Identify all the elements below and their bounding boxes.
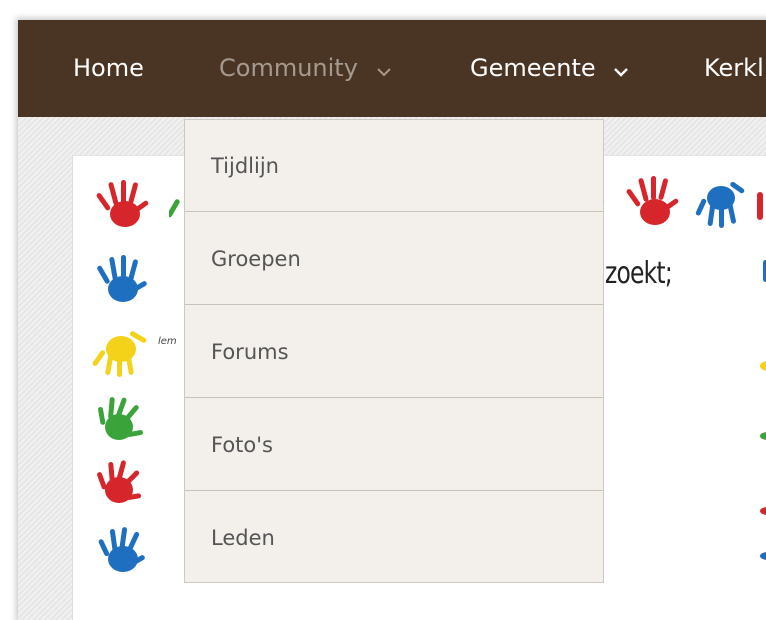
green-handprint-icon bbox=[98, 397, 144, 440]
red-handprint-icon bbox=[757, 192, 763, 220]
nav-item-label: Community bbox=[219, 54, 358, 82]
red-handprint-icon bbox=[96, 180, 149, 227]
red-handprint-icon bbox=[626, 176, 679, 225]
dropdown-item-forums[interactable]: Forums bbox=[185, 306, 603, 398]
community-dropdown-menu: Tijdlijn Groepen Forums Foto's Leden bbox=[184, 119, 604, 583]
nav-item-community[interactable]: Community bbox=[219, 20, 392, 117]
dropdown-item-leden[interactable]: Leden bbox=[185, 492, 603, 584]
blue-handprint-icon bbox=[760, 552, 766, 560]
browser-frame: Home Community Gemeente Kerkl zoekt; lem… bbox=[18, 20, 766, 620]
blue-handprint-icon bbox=[97, 255, 147, 302]
main-navbar: Home Community Gemeente Kerkl bbox=[18, 20, 766, 117]
red-handprint-icon bbox=[97, 460, 142, 503]
card-small-fragment: lem bbox=[158, 336, 177, 347]
nav-item-home[interactable]: Home bbox=[73, 20, 144, 117]
nav-item-label: Home bbox=[73, 54, 144, 82]
blue-handprint-icon bbox=[763, 260, 766, 282]
card-headline-fragment: zoekt; bbox=[605, 256, 673, 291]
blue-handprint-icon bbox=[98, 527, 145, 572]
dropdown-item-fotos[interactable]: Foto's bbox=[185, 399, 603, 491]
chevron-down-icon bbox=[376, 21, 392, 118]
yellow-handprint-icon bbox=[760, 361, 766, 371]
yellow-handprint-icon bbox=[92, 331, 147, 377]
red-handprint-icon bbox=[760, 507, 766, 515]
nav-item-kerk[interactable]: Kerkl bbox=[704, 20, 764, 117]
dropdown-item-groepen[interactable]: Groepen bbox=[185, 213, 603, 305]
blue-handprint-icon bbox=[695, 181, 745, 228]
green-handprint-icon bbox=[760, 432, 766, 440]
dropdown-item-tijdlijn[interactable]: Tijdlijn bbox=[185, 120, 603, 212]
chevron-down-icon bbox=[613, 21, 629, 118]
nav-item-label: Gemeente bbox=[470, 54, 596, 82]
nav-item-label: Kerkl bbox=[704, 54, 764, 82]
nav-item-gemeente[interactable]: Gemeente bbox=[470, 20, 629, 117]
